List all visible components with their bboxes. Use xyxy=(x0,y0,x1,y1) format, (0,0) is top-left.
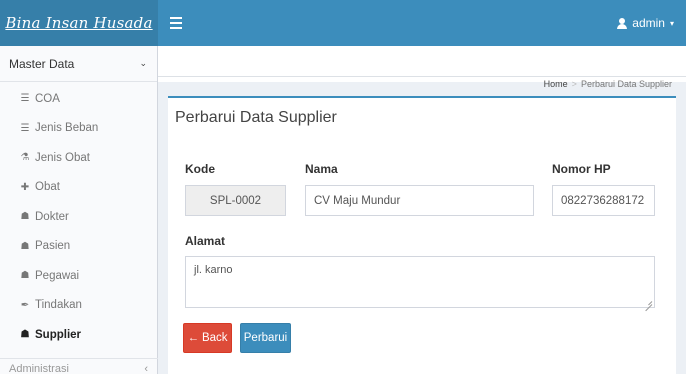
sidebar-item-label: Dokter xyxy=(35,210,69,223)
sidebar-item-label: Supplier xyxy=(35,328,82,341)
breadcrumb: Home > Perbarui Data Supplier xyxy=(544,79,672,89)
arrow-left-icon: ← xyxy=(187,332,199,344)
user-menu[interactable]: admin ▾ xyxy=(617,0,686,46)
hamburger-icon-bar xyxy=(170,27,182,29)
sidebar-item-label: Tindakan xyxy=(35,299,82,312)
kode-field: SPL-0002 xyxy=(185,185,286,216)
list-icon: ☰ xyxy=(20,122,30,134)
sidebar-item-obat[interactable]: ✚ Obat xyxy=(0,173,157,203)
sidebar: Master Data ⌄ ☰ COA ☰ Jenis Beban ⚗ Jenis Oba… xyxy=(0,46,158,374)
breadcrumb-separator: > xyxy=(571,79,577,89)
page-title: Perbarui Data Supplier xyxy=(175,109,337,126)
breadcrumb-current: Perbarui Data Supplier xyxy=(580,79,672,89)
nama-label: Nama xyxy=(305,162,338,176)
brand-name[interactable]: Bina Insan Husada xyxy=(5,14,152,32)
back-button-label: Back xyxy=(201,332,228,344)
top-navbar: Bina Insan Husada admin ▾ xyxy=(0,0,686,46)
breadcrumb-home-link[interactable]: Home xyxy=(544,79,568,89)
resize-handle-icon[interactable] xyxy=(645,298,652,305)
user-icon: ☗ xyxy=(20,270,30,282)
sidebar-section-administrasi[interactable]: Administrasi ‹ xyxy=(0,358,158,374)
form-box: Perbarui Data Supplier Kode SPL-0002 Nam… xyxy=(168,96,676,374)
sidebar-menu: ☰ COA ☰ Jenis Beban ⚗ Jenis Obat ✚ Obat ☗ Dokter ☗… xyxy=(0,82,157,350)
perbarui-button-label: Perbarui xyxy=(243,332,288,344)
sidebar-item-jenis-obat[interactable]: ⚗ Jenis Obat xyxy=(0,143,157,173)
back-button[interactable]: ← Back xyxy=(183,323,232,353)
sidebar-section-master-data[interactable]: Master Data ⌄ xyxy=(0,46,157,82)
syringe-icon: ✒ xyxy=(20,299,30,311)
brand-logo[interactable]: Bina Insan Husada xyxy=(0,0,158,46)
hamburger-icon-bar xyxy=(170,17,182,19)
sidebar-item-label: Jenis Obat xyxy=(35,151,90,164)
sidebar-section-label: Administrasi xyxy=(9,362,69,374)
user-name[interactable]: admin xyxy=(632,16,665,30)
supplier-icon: ☗ xyxy=(20,329,30,341)
alamat-textarea[interactable]: jl. karno xyxy=(185,256,655,308)
chevron-left-icon: ‹ xyxy=(144,362,148,374)
sidebar-item-label: COA xyxy=(35,92,60,105)
sidebar-item-label: Jenis Beban xyxy=(35,122,99,135)
sidebar-item-label: Pasien xyxy=(35,240,71,253)
sidebar-item-label: Obat xyxy=(35,181,60,194)
hamburger-icon-bar xyxy=(170,22,182,24)
sidebar-item-label: Pegawai xyxy=(35,269,80,282)
nomor-hp-label: Nomor HP xyxy=(552,162,611,176)
sidebar-item-jenis-beban[interactable]: ☰ Jenis Beban xyxy=(0,114,157,144)
flask-icon: ⚗ xyxy=(20,152,30,164)
nomor-hp-field[interactable]: 0822736288172 xyxy=(552,185,655,216)
sidebar-item-tindakan[interactable]: ✒ Tindakan xyxy=(0,291,157,321)
alamat-label: Alamat xyxy=(185,234,226,248)
sidebar-toggle-button[interactable] xyxy=(158,0,194,46)
user-md-icon: ☗ xyxy=(20,211,30,223)
list-icon: ☰ xyxy=(20,93,30,105)
kode-label: Kode xyxy=(185,162,215,176)
sidebar-section-label: Master Data xyxy=(9,56,75,71)
patient-icon: ☗ xyxy=(20,240,30,252)
sidebar-item-pasien[interactable]: ☗ Pasien xyxy=(0,232,157,262)
perbarui-button[interactable]: Perbarui xyxy=(240,323,291,353)
sidebar-item-coa[interactable]: ☰ COA xyxy=(0,84,157,114)
caret-down-icon: ▾ xyxy=(669,18,674,28)
user-icon xyxy=(617,17,628,29)
sidebar-item-dokter[interactable]: ☗ Dokter xyxy=(0,202,157,232)
alamat-value: jl. karno xyxy=(194,264,233,276)
content-area: Home > Perbarui Data Supplier Perbarui D… xyxy=(158,46,686,374)
sidebar-item-supplier[interactable]: ☗ Supplier xyxy=(0,320,157,350)
nama-field[interactable]: CV Maju Mundur xyxy=(305,185,534,216)
chevron-down-icon: ⌄ xyxy=(139,58,147,68)
sidebar-item-pegawai[interactable]: ☗ Pegawai xyxy=(0,261,157,291)
medicine-icon: ✚ xyxy=(20,181,30,193)
